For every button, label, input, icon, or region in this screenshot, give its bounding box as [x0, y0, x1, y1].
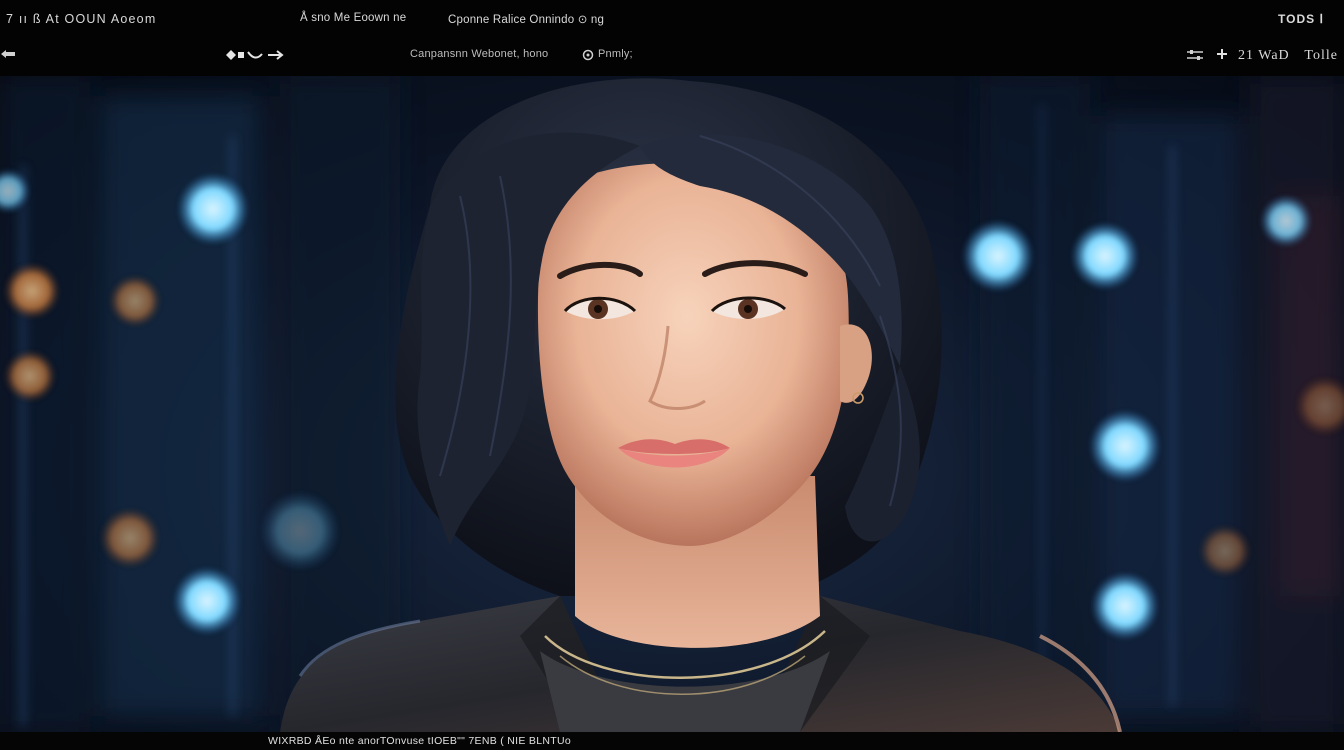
tools-label[interactable]: TODS Ⅰ	[1278, 12, 1324, 26]
nav-arrows-icon[interactable]	[224, 48, 290, 65]
view-mode[interactable]: Pnmly;	[598, 48, 633, 60]
arrow-left-icon[interactable]	[0, 48, 16, 63]
tools-menu[interactable]: Tolle	[1304, 48, 1338, 64]
app-title: 7 ıı ß At OOUN Aoeom	[6, 12, 157, 26]
status-bar: WIXRBD ÅEo nte anorTOnvuse tIOEB"" 7ENB …	[0, 732, 1344, 750]
render-controls[interactable]: Cponne Ralice Onnindo ⊙ ng	[448, 12, 604, 26]
top-toolbar: 7 ıı ß At OOUN Aoeom Å sno Me Eoown ne C…	[0, 0, 1344, 76]
file-info[interactable]: Å sno Me Eoown ne	[300, 12, 406, 24]
zoom-level[interactable]: 21 WaD	[1238, 48, 1290, 64]
toolbar-row-1: 7 ıı ß At OOUN Aoeom Å sno Me Eoown ne C…	[0, 12, 1344, 32]
toolbar-row-2: Canpansnn Webonet, hono Pnmly; 21 WaD To…	[0, 48, 1344, 68]
sliders-icon[interactable]	[1186, 48, 1204, 65]
add-icon[interactable]	[1216, 48, 1228, 63]
scene-path[interactable]: Canpansnn Webonet, hono	[410, 48, 548, 60]
rendered-scene	[0, 76, 1344, 732]
status-text: WIXRBD ÅEo nte anorTOnvuse tIOEB"" 7ENB …	[268, 735, 571, 747]
render-viewport[interactable]	[0, 76, 1344, 732]
circle-icon[interactable]	[582, 49, 594, 64]
